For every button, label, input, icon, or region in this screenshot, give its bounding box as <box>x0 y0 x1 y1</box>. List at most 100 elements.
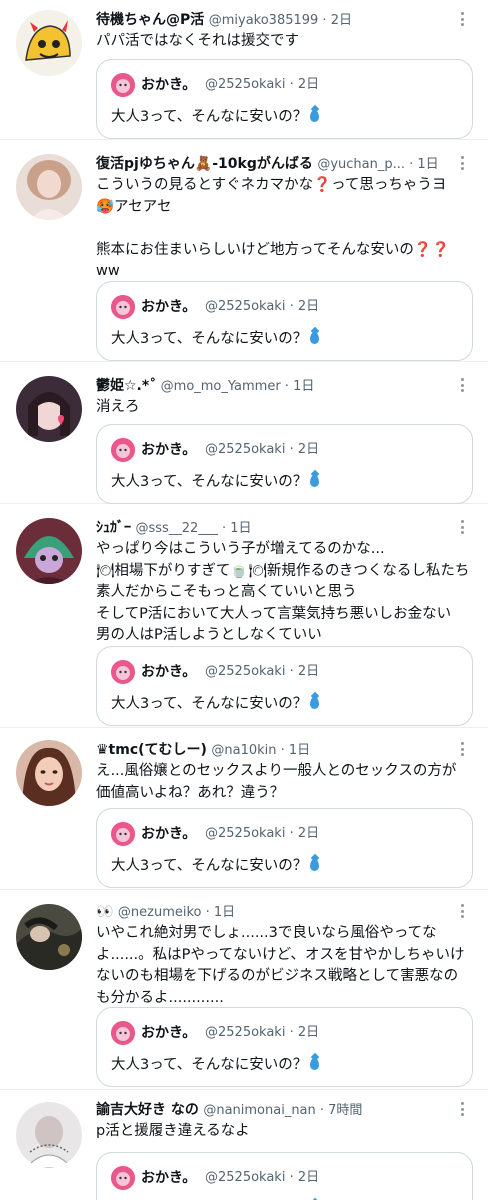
quoted-handle-time: @2525okaki · 2日 <box>205 826 320 841</box>
quoted-tweet[interactable]: おかき。 @2525okaki · 2日 大人3って、そんなに安いの？ <box>96 281 473 361</box>
quoted-display-name: おかき。 <box>141 664 197 680</box>
quoted-text: 大人3って、そんなに安いの？ <box>111 858 308 874</box>
quoted-text-row: 大人3って、そんなに安いの？ <box>111 328 320 350</box>
avatar[interactable] <box>16 904 82 970</box>
quoted-handle-time: @2525okaki · 2日 <box>205 299 320 314</box>
quoted-text-row: 大人3って、そんなに安いの？ <box>111 693 320 715</box>
avatar[interactable] <box>16 376 82 442</box>
cartoon-avatar-icon <box>111 660 135 684</box>
cartoon-avatar-icon <box>111 822 135 846</box>
quoted-avatar <box>111 438 135 462</box>
droplet-icon <box>310 859 320 871</box>
quoted-avatar <box>111 1021 135 1045</box>
quoted-display-name: おかき。 <box>141 77 197 93</box>
display-name[interactable]: 待機ちゃん@P活 <box>96 12 204 28</box>
cartoon-avatar-icon <box>16 518 82 584</box>
tweet[interactable]: 鬱姫☆.*˚ @mo_mo_Yammer · 1日 消えろ おかき。 @2525… <box>0 362 488 504</box>
quoted-tweet[interactable]: おかき。 @2525okaki · 2日 大人3って、そんなに安いの？ <box>96 646 473 726</box>
cartoon-avatar-icon <box>111 1166 135 1190</box>
handle-time[interactable]: @yuchan_p... · 1日 <box>317 157 438 172</box>
tweet-header: ｼｭｶﾞｰ @sss__22___ · 1日 <box>96 517 448 539</box>
more-options-icon[interactable] <box>454 740 470 758</box>
display-name[interactable]: 諭吉大好き なの <box>96 1102 199 1118</box>
quoted-avatar <box>111 73 135 97</box>
tweet-header: 👀 @nezumeiko · 1日 <box>96 901 448 923</box>
tweet-text: え...風俗嬢とのセックスより一般人とのセックスの方が 価値高いよね？あれ？違う… <box>96 763 457 801</box>
avatar[interactable] <box>16 740 82 806</box>
handle-time[interactable]: @miyako385199 · 2日 <box>209 13 352 28</box>
quoted-text-row: 大人3って、そんなに安いの？ <box>111 471 320 493</box>
display-name[interactable]: 鬱姫☆.*˚ <box>96 378 156 394</box>
handle-time[interactable]: @mo_mo_Yammer · 1日 <box>161 379 315 394</box>
tweet-text: p活と援履き違えるなよ <box>96 1123 250 1139</box>
quoted-display-name: おかき。 <box>141 442 197 458</box>
quoted-text-row: 大人3って、そんなに安いの？ <box>111 106 320 128</box>
quoted-tweet[interactable]: おかき。 @2525okaki · 2日 大人3って、そんなに安いの？ <box>96 59 473 139</box>
display-name[interactable]: 復活pjゆちゃん🧸-10kgがんばる <box>96 156 313 172</box>
photo-avatar-icon <box>16 376 82 442</box>
display-name[interactable]: ｼｭｶﾞｰ <box>96 520 131 536</box>
quoted-tweet[interactable]: おかき。 @2525okaki · 2日 大人3って、そんなに安いの？ <box>96 1152 473 1200</box>
avatar[interactable] <box>16 10 82 76</box>
cartoon-avatar-icon <box>111 295 135 319</box>
tweet-text: パパ活ではなくそれは援交です <box>96 33 299 49</box>
quoted-text: 大人3って、そんなに安いの？ <box>111 331 308 347</box>
droplet-icon <box>310 475 320 487</box>
avatar[interactable] <box>16 1102 82 1168</box>
tweet-header: 復活pjゆちゃん🧸-10kgがんばる @yuchan_p... · 1日 <box>96 153 448 175</box>
tweet-header: 諭吉大好き なの @nanimonai_nan · 7時間 <box>96 1099 448 1121</box>
photo-avatar-icon <box>16 740 82 806</box>
quoted-avatar <box>111 295 135 319</box>
droplet-icon <box>310 697 320 709</box>
quoted-handle-time: @2525okaki · 2日 <box>205 442 320 457</box>
tweet[interactable]: ｼｭｶﾞｰ @sss__22___ · 1日 やっぱり今はこういう子が増えてるの… <box>0 504 488 728</box>
tweet[interactable]: 待機ちゃん@P活 @miyako385199 · 2日 パパ活ではなくそれは援交… <box>0 0 488 140</box>
quoted-display-name: おかき。 <box>141 826 197 842</box>
quoted-tweet[interactable]: おかき。 @2525okaki · 2日 大人3って、そんなに安いの？ <box>96 1007 473 1087</box>
more-options-icon[interactable] <box>454 376 470 394</box>
avatar[interactable] <box>16 518 82 584</box>
tweet[interactable]: 👀 @nezumeiko · 1日 いやこれ絶対男でしょ......3で良いなら… <box>0 890 488 1090</box>
cartoon-avatar-icon <box>111 1021 135 1045</box>
tweet-text: いやこれ絶対男でしょ......3で良いなら風俗やってな よ......。私はP… <box>96 925 465 1006</box>
quoted-tweet[interactable]: おかき。 @2525okaki · 2日 大人3って、そんなに安いの？ <box>96 808 473 888</box>
more-options-icon[interactable] <box>454 902 470 920</box>
droplet-icon <box>310 1058 320 1070</box>
tweet-header: 鬱姫☆.*˚ @mo_mo_Yammer · 1日 <box>96 375 448 397</box>
cartoon-avatar-icon <box>111 73 135 97</box>
photo-avatar-icon <box>16 904 82 970</box>
quoted-display-name: おかき。 <box>141 299 197 315</box>
more-options-icon[interactable] <box>454 518 470 536</box>
quoted-text-row: 大人3って、そんなに安いの？ <box>111 855 320 877</box>
quoted-handle-time: @2525okaki · 2日 <box>205 1170 320 1185</box>
droplet-icon <box>310 110 320 122</box>
handle-time[interactable]: @na10kin · 1日 <box>211 743 310 758</box>
handle-time[interactable]: @nanimonai_nan · 7時間 <box>203 1103 362 1118</box>
quoted-text: 大人3って、そんなに安いの？ <box>111 474 308 490</box>
avatar[interactable] <box>16 154 82 220</box>
tweet-text: 消えろ <box>96 399 140 415</box>
tweet-text: こういうの見るとすぐネカマかな❓って思っちゃうヨ 🥵アセアセ 熊本にお住まいらし… <box>96 177 450 279</box>
quoted-text: 大人3って、そんなに安いの？ <box>111 109 308 125</box>
tweet-text: やっぱり今はこういう子が増えてるのかな... 🍽相場下がりすぎて🍵🍽新規作るのき… <box>96 541 470 643</box>
cartoon-avatar-icon <box>16 10 82 76</box>
quoted-display-name: おかき。 <box>141 1025 197 1041</box>
droplet-icon <box>310 332 320 344</box>
quoted-text-row: 大人3って、そんなに安いの？ <box>111 1054 320 1076</box>
quoted-text: 大人3って、そんなに安いの？ <box>111 1057 308 1073</box>
quoted-text: 大人3って、そんなに安いの？ <box>111 696 308 712</box>
more-options-icon[interactable] <box>454 1100 470 1118</box>
quoted-handle-time: @2525okaki · 2日 <box>205 77 320 92</box>
tweet[interactable]: 復活pjゆちゃん🧸-10kgがんばる @yuchan_p... · 1日 こうい… <box>0 140 488 362</box>
display-name[interactable]: ♛tmc(てむしー) <box>96 742 207 758</box>
tweet[interactable]: ♛tmc(てむしー) @na10kin · 1日 え...風俗嬢とのセックスより… <box>0 728 488 890</box>
handle-time[interactable]: @sss__22___ · 1日 <box>135 521 251 536</box>
cartoon-avatar-icon <box>111 438 135 462</box>
display-name[interactable]: 👀 <box>96 904 113 920</box>
more-options-icon[interactable] <box>454 10 470 28</box>
more-options-icon[interactable] <box>454 154 470 172</box>
quoted-tweet[interactable]: おかき。 @2525okaki · 2日 大人3って、そんなに安いの？ <box>96 424 473 504</box>
tweet[interactable]: 諭吉大好き なの @nanimonai_nan · 7時間 p活と援履き違えるな… <box>0 1090 488 1200</box>
handle-time[interactable]: @nezumeiko · 1日 <box>118 905 235 920</box>
quoted-handle-time: @2525okaki · 2日 <box>205 1025 320 1040</box>
